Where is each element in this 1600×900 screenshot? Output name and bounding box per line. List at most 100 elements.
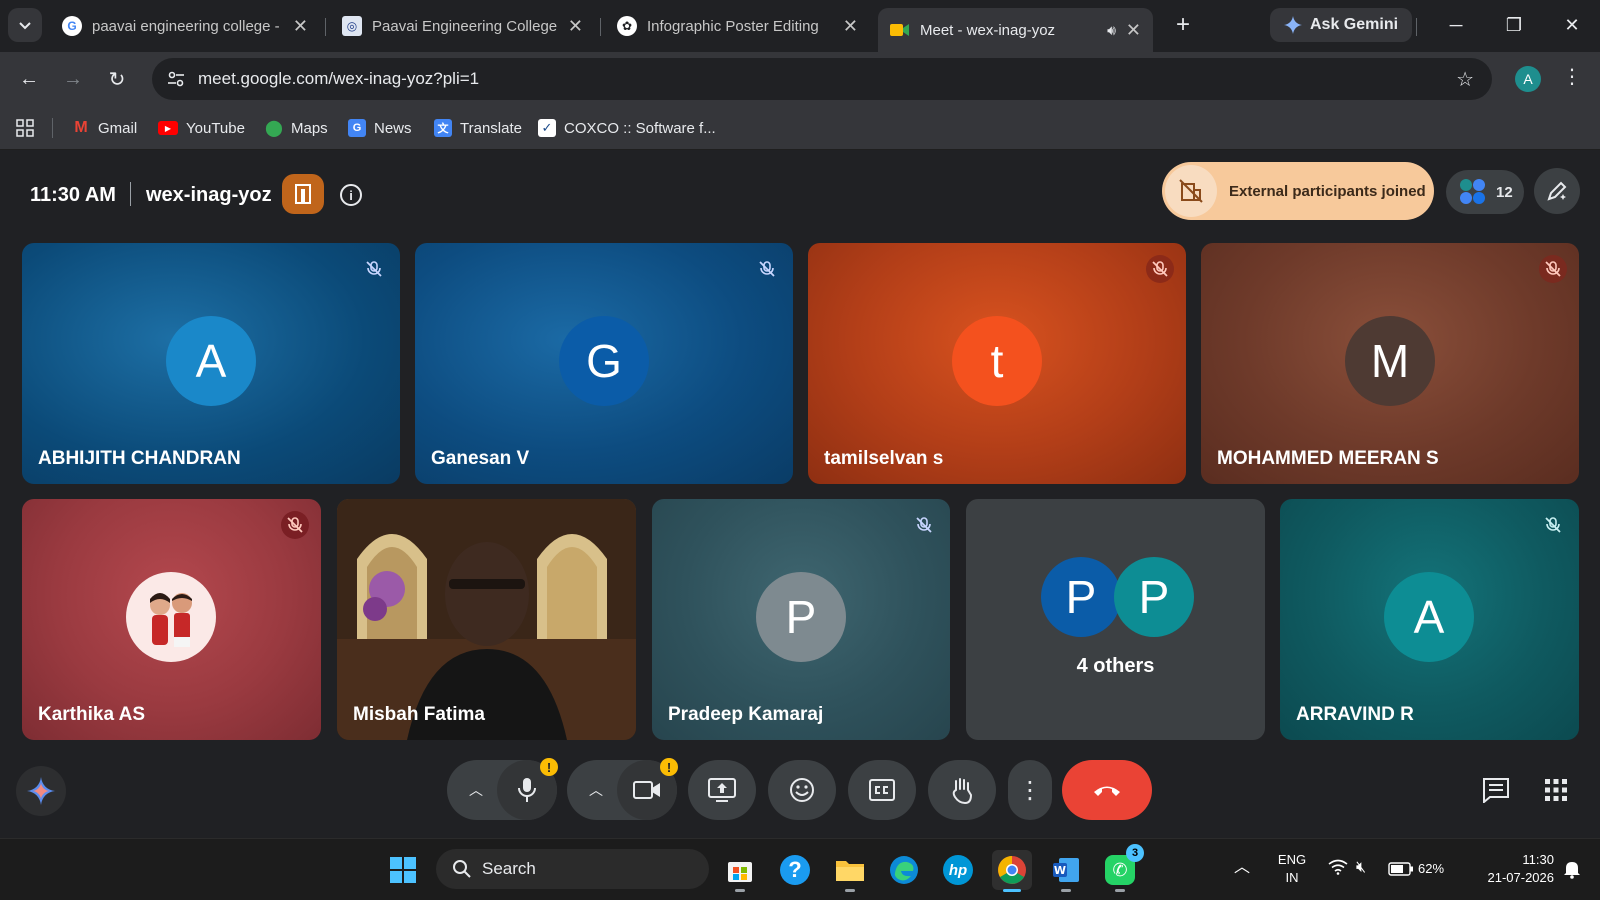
taskbar-search[interactable]: Search — [436, 849, 709, 889]
video-options-chevron-icon[interactable]: ︿ — [586, 780, 606, 800]
more-options-button[interactable]: ⋮ — [1008, 760, 1052, 820]
participant-tile[interactable]: G Ganesan V — [415, 243, 793, 484]
camera-warning-icon: ! — [660, 758, 678, 776]
host-controls-icon[interactable] — [282, 174, 324, 214]
present-screen-button[interactable] — [688, 760, 756, 820]
tab-label: paavai engineering college - — [92, 17, 280, 35]
bookmark-label: News — [374, 119, 412, 137]
microsoft-store-app[interactable] — [720, 850, 760, 892]
tab-search-button[interactable] — [8, 8, 42, 42]
participant-tile[interactable]: P Pradeep Kamaraj — [652, 499, 950, 740]
site-info-icon[interactable] — [166, 69, 186, 89]
tab-label: Meet - wex-inag-yoz — [920, 21, 1056, 39]
tab-divider — [1416, 18, 1417, 36]
new-tab-button[interactable]: + — [1168, 10, 1198, 40]
camera-icon — [633, 781, 660, 799]
meeting-info-icon[interactable]: i — [340, 184, 362, 206]
apps-grid-icon[interactable] — [16, 116, 34, 140]
whatsapp-app[interactable]: ✆ 3 — [1100, 844, 1144, 892]
bookmark-youtube[interactable]: ▶ YouTube — [158, 116, 245, 140]
tab-divider — [325, 18, 326, 36]
gemini-sparkle-icon — [1284, 16, 1302, 34]
bookmark-divider — [52, 118, 53, 138]
battery-indicator[interactable]: 62% — [1388, 860, 1444, 878]
profile-avatar[interactable]: A — [1515, 66, 1541, 92]
raise-hand-button[interactable] — [928, 760, 996, 820]
bookmark-translate[interactable]: 文 Translate — [434, 116, 522, 140]
participant-tile[interactable]: Karthika AS — [22, 499, 321, 740]
bookmark-maps[interactable]: ⬤ Maps — [265, 116, 328, 140]
external-building-icon — [1165, 165, 1217, 217]
back-button[interactable]: ← — [14, 64, 44, 94]
avatar: M — [1345, 316, 1435, 406]
word-app[interactable]: W — [1046, 850, 1086, 892]
bookmark-star-icon[interactable]: ☆ — [1456, 67, 1474, 92]
bookmark-coxco[interactable]: ✓ COXCO :: Software f... — [538, 116, 716, 140]
forward-button[interactable]: → — [58, 64, 88, 94]
gemini-button[interactable] — [16, 766, 66, 816]
participant-tile[interactable]: A ABHIJITH CHANDRAN — [22, 243, 400, 484]
bookmark-gmail[interactable]: M Gmail — [72, 116, 137, 140]
windows-taskbar: Search ? hp W ✆ 3 ︿ ENG IN 🔇︎ 62% 11:30 … — [0, 838, 1600, 900]
muted-mic-icon — [753, 255, 781, 283]
close-icon[interactable]: ✕ — [1126, 20, 1141, 41]
participant-count: 12 — [1496, 183, 1513, 201]
reactions-button[interactable] — [768, 760, 836, 820]
external-notice-text: External participants joined — [1229, 182, 1426, 200]
help-app[interactable]: ? — [775, 850, 815, 890]
external-participants-notice[interactable]: External participants joined — [1162, 162, 1434, 220]
muted-mic-icon — [360, 255, 388, 283]
bookmark-label: Maps — [291, 119, 328, 137]
college-logo-icon: ◎ — [342, 16, 362, 36]
chevron-down-icon — [19, 22, 31, 30]
participant-video-tile[interactable]: Misbah Fatima — [337, 499, 636, 740]
notifications-icon[interactable] — [1562, 859, 1582, 882]
microphone-icon — [518, 778, 536, 802]
clock[interactable]: 11:30 21-07-2026 — [1462, 851, 1555, 887]
start-button[interactable] — [383, 850, 423, 890]
hp-app[interactable]: hp — [938, 850, 978, 890]
tab-google-search[interactable]: G paavai engineering college - ✕ — [50, 8, 320, 44]
close-icon[interactable]: ✕ — [568, 16, 583, 37]
participant-name: Misbah Fatima — [353, 704, 485, 725]
captions-button[interactable] — [848, 760, 916, 820]
audio-options-chevron-icon[interactable]: ︿ — [466, 780, 486, 800]
file-explorer-app[interactable] — [830, 850, 870, 892]
wifi-icon[interactable] — [1328, 859, 1348, 880]
chat-button[interactable] — [1480, 774, 1512, 806]
participants-button[interactable]: 12 — [1446, 170, 1524, 214]
tab-meet[interactable]: Meet - wex-inag-yoz 🔊︎ ✕ — [878, 8, 1153, 52]
avatar: P — [756, 572, 846, 662]
edge-app[interactable] — [884, 850, 924, 890]
chrome-app[interactable] — [992, 850, 1032, 892]
close-icon[interactable]: ✕ — [293, 16, 308, 37]
leave-call-button[interactable] — [1062, 760, 1152, 820]
tab-infographic[interactable]: ✿ Infographic Poster Editing ✕ — [605, 8, 870, 44]
participant-tile[interactable]: M MOHAMMED MEERAN S — [1201, 243, 1579, 484]
coxco-icon: ✓ — [538, 119, 556, 137]
browser-menu-icon[interactable]: ⋮ — [1562, 64, 1582, 89]
bookmark-news[interactable]: G News — [348, 116, 412, 140]
annotate-button[interactable] — [1534, 168, 1580, 214]
activities-button[interactable] — [1540, 774, 1572, 806]
language-indicator[interactable]: ENG IN — [1272, 851, 1312, 887]
participant-name: Karthika AS — [38, 704, 145, 725]
tab-paavai-college[interactable]: ◎ Paavai Engineering College ✕ — [330, 8, 595, 44]
header-divider — [130, 182, 131, 206]
show-hidden-icons-chevron-icon[interactable]: ︿ — [1234, 859, 1250, 877]
running-indicator — [1003, 889, 1021, 892]
address-bar[interactable]: meet.google.com/wex-inag-yoz?pli=1 ☆ — [152, 58, 1492, 100]
speaker-icon[interactable]: 🔊︎ — [1107, 22, 1116, 39]
participant-tile[interactable]: t tamilselvan s — [808, 243, 1186, 484]
restore-button[interactable]: ❐ — [1494, 10, 1534, 40]
close-icon[interactable]: ✕ — [843, 16, 858, 37]
help-icon: ? — [780, 855, 810, 885]
others-tile[interactable]: P P 4 others — [966, 499, 1265, 740]
reload-button[interactable]: ↻ — [102, 64, 132, 94]
participant-tile[interactable]: A ARRAVIND R — [1280, 499, 1579, 740]
bookmark-label: YouTube — [186, 119, 245, 137]
minimize-button[interactable]: ─ — [1436, 10, 1476, 40]
volume-muted-icon[interactable]: 🔇︎ — [1356, 859, 1366, 877]
window-close-button[interactable]: ✕ — [1552, 10, 1592, 40]
ask-gemini-button[interactable]: Ask Gemini — [1270, 8, 1413, 42]
